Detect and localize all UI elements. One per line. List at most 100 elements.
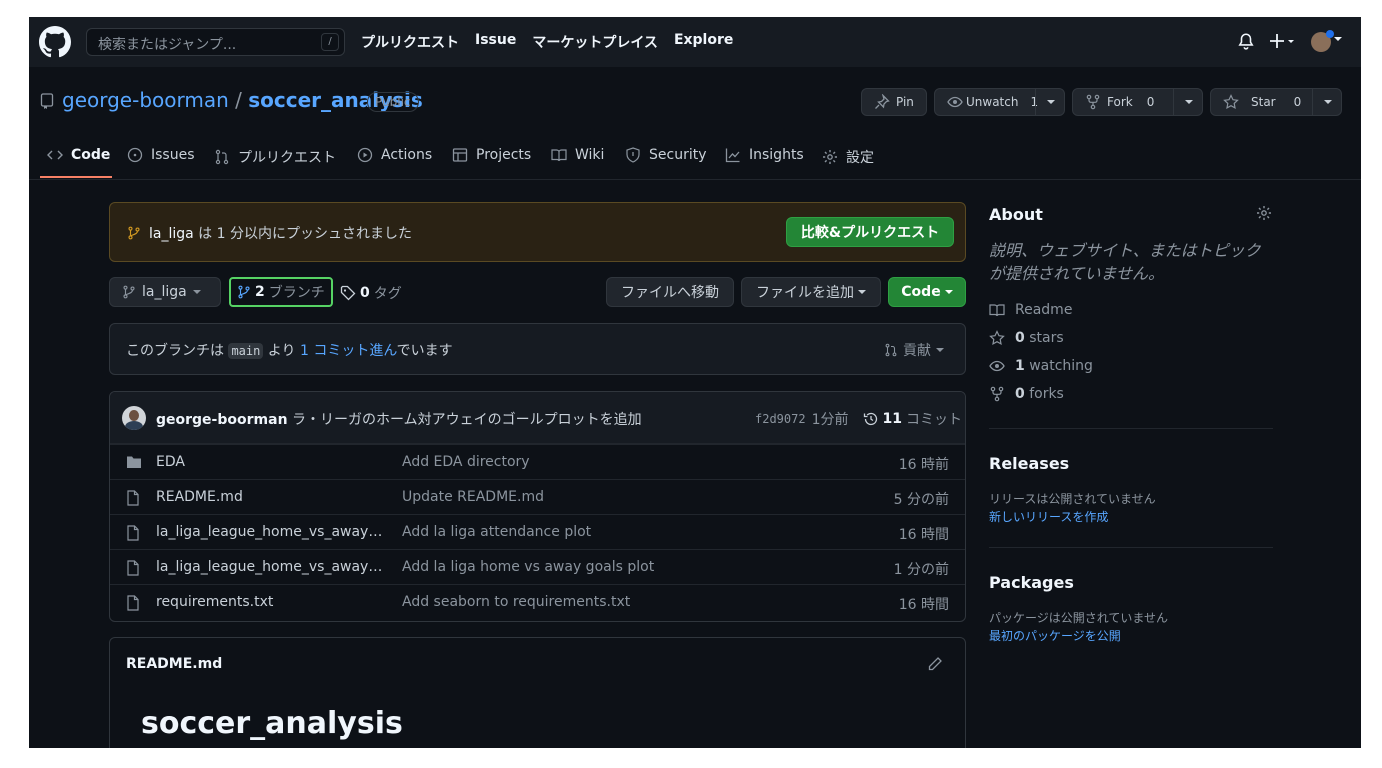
commit-text[interactable]: ラ・リーガのホーム対アウェイのゴールプロットを追加 — [292, 412, 642, 428]
search-input[interactable]: 検索またはジャンプ... / — [86, 28, 345, 56]
branches-link[interactable]: 2 ブランチ — [229, 277, 333, 307]
file-commit-message[interactable]: Add EDA directory — [402, 454, 530, 470]
about-description: 説明、ウェブサイト、またはトピックが提供されていません。 — [989, 241, 1261, 283]
tab-projects[interactable]: Projects — [452, 147, 531, 163]
file-icon — [126, 560, 140, 576]
compare-pull-request-button[interactable]: 比較&プルリクエスト — [786, 217, 954, 247]
chevron-down-icon — [936, 347, 944, 353]
file-name[interactable]: README.md — [156, 489, 388, 505]
repo-owner-link[interactable]: george-boorman — [62, 88, 229, 112]
commit-label: コミット — [905, 412, 962, 428]
code-button[interactable]: Code — [888, 277, 966, 307]
pushed-branch-name[interactable]: la_liga — [149, 226, 194, 242]
github-logo-icon[interactable] — [39, 26, 71, 58]
visibility-badge: Public — [367, 92, 419, 112]
nav-issues[interactable]: Issue — [475, 32, 516, 52]
releases-heading[interactable]: Releases — [989, 454, 1069, 473]
bell-icon[interactable] — [1237, 32, 1255, 50]
packages-heading[interactable]: Packages — [989, 573, 1074, 592]
forks-link[interactable]: 0 forks — [989, 386, 1064, 402]
table-icon — [452, 147, 468, 163]
file-commit-message[interactable]: Add la liga home vs away goals plot — [402, 559, 654, 575]
github-window: 検索またはジャンプ... / プルリクエスト Issue マーケットプレイス E… — [29, 17, 1361, 748]
file-commit-message[interactable]: Add la liga attendance plot — [402, 524, 591, 540]
go-to-file-button[interactable]: ファイルへ移動 — [606, 277, 734, 307]
file-name[interactable]: la_liga_league_home_vs_away_attendance_p… — [156, 524, 388, 540]
commit-sha[interactable]: f2d9072 — [755, 412, 806, 426]
add-file-button[interactable]: ファイルを追加 — [741, 277, 881, 307]
tab-wiki[interactable]: Wiki — [551, 147, 604, 163]
tab-pull-requests[interactable]: プルリクエスト — [214, 147, 336, 167]
push-message: la_liga は 1 分以内にプッシュされました — [127, 223, 412, 243]
tag-icon — [340, 285, 356, 301]
star-button[interactable]: Star 0 — [1210, 88, 1342, 116]
watching-link[interactable]: 1 watching — [989, 358, 1093, 374]
tag-label: タグ — [373, 286, 402, 302]
commit-author-avatar[interactable] — [122, 406, 146, 430]
publish-package-link[interactable]: 最初のパッケージを公開 — [989, 627, 1121, 644]
chevron-down-icon[interactable] — [1333, 37, 1343, 43]
commit-history-link[interactable]: 11 コミット — [863, 409, 962, 429]
file-list: george-boorman ラ・リーガのホーム対アウェイのゴールプロットを追加… — [109, 391, 966, 622]
file-commit-message[interactable]: Add seaborn to requirements.txt — [402, 594, 630, 610]
star-dropdown[interactable] — [1312, 89, 1342, 115]
fork-button[interactable]: Fork 0 — [1072, 88, 1203, 116]
create-release-link[interactable]: 新しいリリースを作成 — [989, 508, 1108, 525]
create-new-button[interactable] — [1269, 31, 1297, 51]
watch-button[interactable]: Unwatch 1 — [934, 88, 1065, 116]
tab-label: Security — [649, 147, 707, 163]
file-icon — [126, 525, 140, 541]
tab-actions[interactable]: Actions — [357, 147, 432, 163]
nav-explore[interactable]: Explore — [674, 32, 733, 52]
commit-author[interactable]: george-boorman — [156, 412, 288, 428]
nav-pull-requests[interactable]: プルリクエスト — [361, 32, 459, 52]
tab-label: Projects — [476, 147, 532, 163]
tab-code[interactable]: Code — [47, 147, 110, 163]
readme-link[interactable]: Readme — [989, 302, 1072, 318]
fork-dropdown[interactable] — [1173, 89, 1203, 115]
gear-icon[interactable] — [1256, 205, 1272, 221]
tab-security[interactable]: Security — [625, 147, 707, 163]
star-icon — [989, 330, 1005, 346]
git-branch-icon — [127, 226, 141, 240]
readme-filename[interactable]: README.md — [126, 656, 222, 672]
fork-count: 0 — [1146, 95, 1155, 109]
tab-issues[interactable]: Issues — [127, 147, 195, 163]
repo-forked-icon — [1085, 94, 1101, 110]
pin-button[interactable]: Pin — [861, 88, 927, 116]
eye-icon — [989, 358, 1005, 374]
tags-link[interactable]: 0 タグ — [340, 283, 402, 303]
file-name[interactable]: requirements.txt — [156, 594, 388, 610]
file-row[interactable]: la_liga_league_home_vs_away_attendance_p… — [110, 514, 965, 549]
readme-heading: soccer_analysis — [141, 706, 403, 741]
play-icon — [357, 147, 373, 163]
tab-insights[interactable]: Insights — [725, 147, 804, 163]
ahead-text: このブランチは main より 1 コミット進んでいます — [126, 340, 453, 360]
forks-label: forks — [1029, 386, 1064, 402]
branch-selector[interactable]: la_liga — [109, 277, 221, 307]
file-row[interactable]: requirements.txt Add seaborn to requirem… — [110, 584, 965, 619]
pencil-icon[interactable] — [927, 656, 943, 672]
current-branch-name: la_liga — [142, 284, 187, 300]
ahead-commits-link[interactable]: 1 コミット進ん — [300, 343, 397, 359]
file-row[interactable]: EDA Add EDA directory 16 時前 — [110, 444, 965, 479]
ahead-suffix: でいます — [396, 343, 453, 359]
gear-icon — [822, 149, 838, 165]
nav-marketplace[interactable]: マーケットプレイス — [532, 32, 658, 52]
file-row[interactable]: README.md Update README.md 5 分の前 — [110, 479, 965, 514]
stars-link[interactable]: 0 stars — [989, 330, 1064, 346]
file-name[interactable]: la_liga_league_home_vs_away_goals_plot.p… — [156, 559, 388, 575]
watch-label: Unwatch — [966, 95, 1019, 109]
watch-dropdown[interactable] — [1035, 89, 1065, 115]
stars-label: stars — [1029, 330, 1064, 346]
file-name[interactable]: EDA — [156, 454, 388, 470]
tab-settings[interactable]: 設定 — [822, 147, 874, 167]
file-commit-message[interactable]: Update README.md — [402, 489, 544, 505]
watching-label: watching — [1029, 358, 1093, 374]
file-row[interactable]: la_liga_league_home_vs_away_goals_plot.p… — [110, 549, 965, 584]
chevron-down-icon — [858, 289, 866, 295]
forks-count: 0 — [1015, 386, 1025, 402]
contribute-label: 貢献 — [903, 343, 931, 359]
repo-separator: / — [235, 88, 242, 112]
contribute-dropdown[interactable]: 貢献 — [884, 340, 944, 360]
